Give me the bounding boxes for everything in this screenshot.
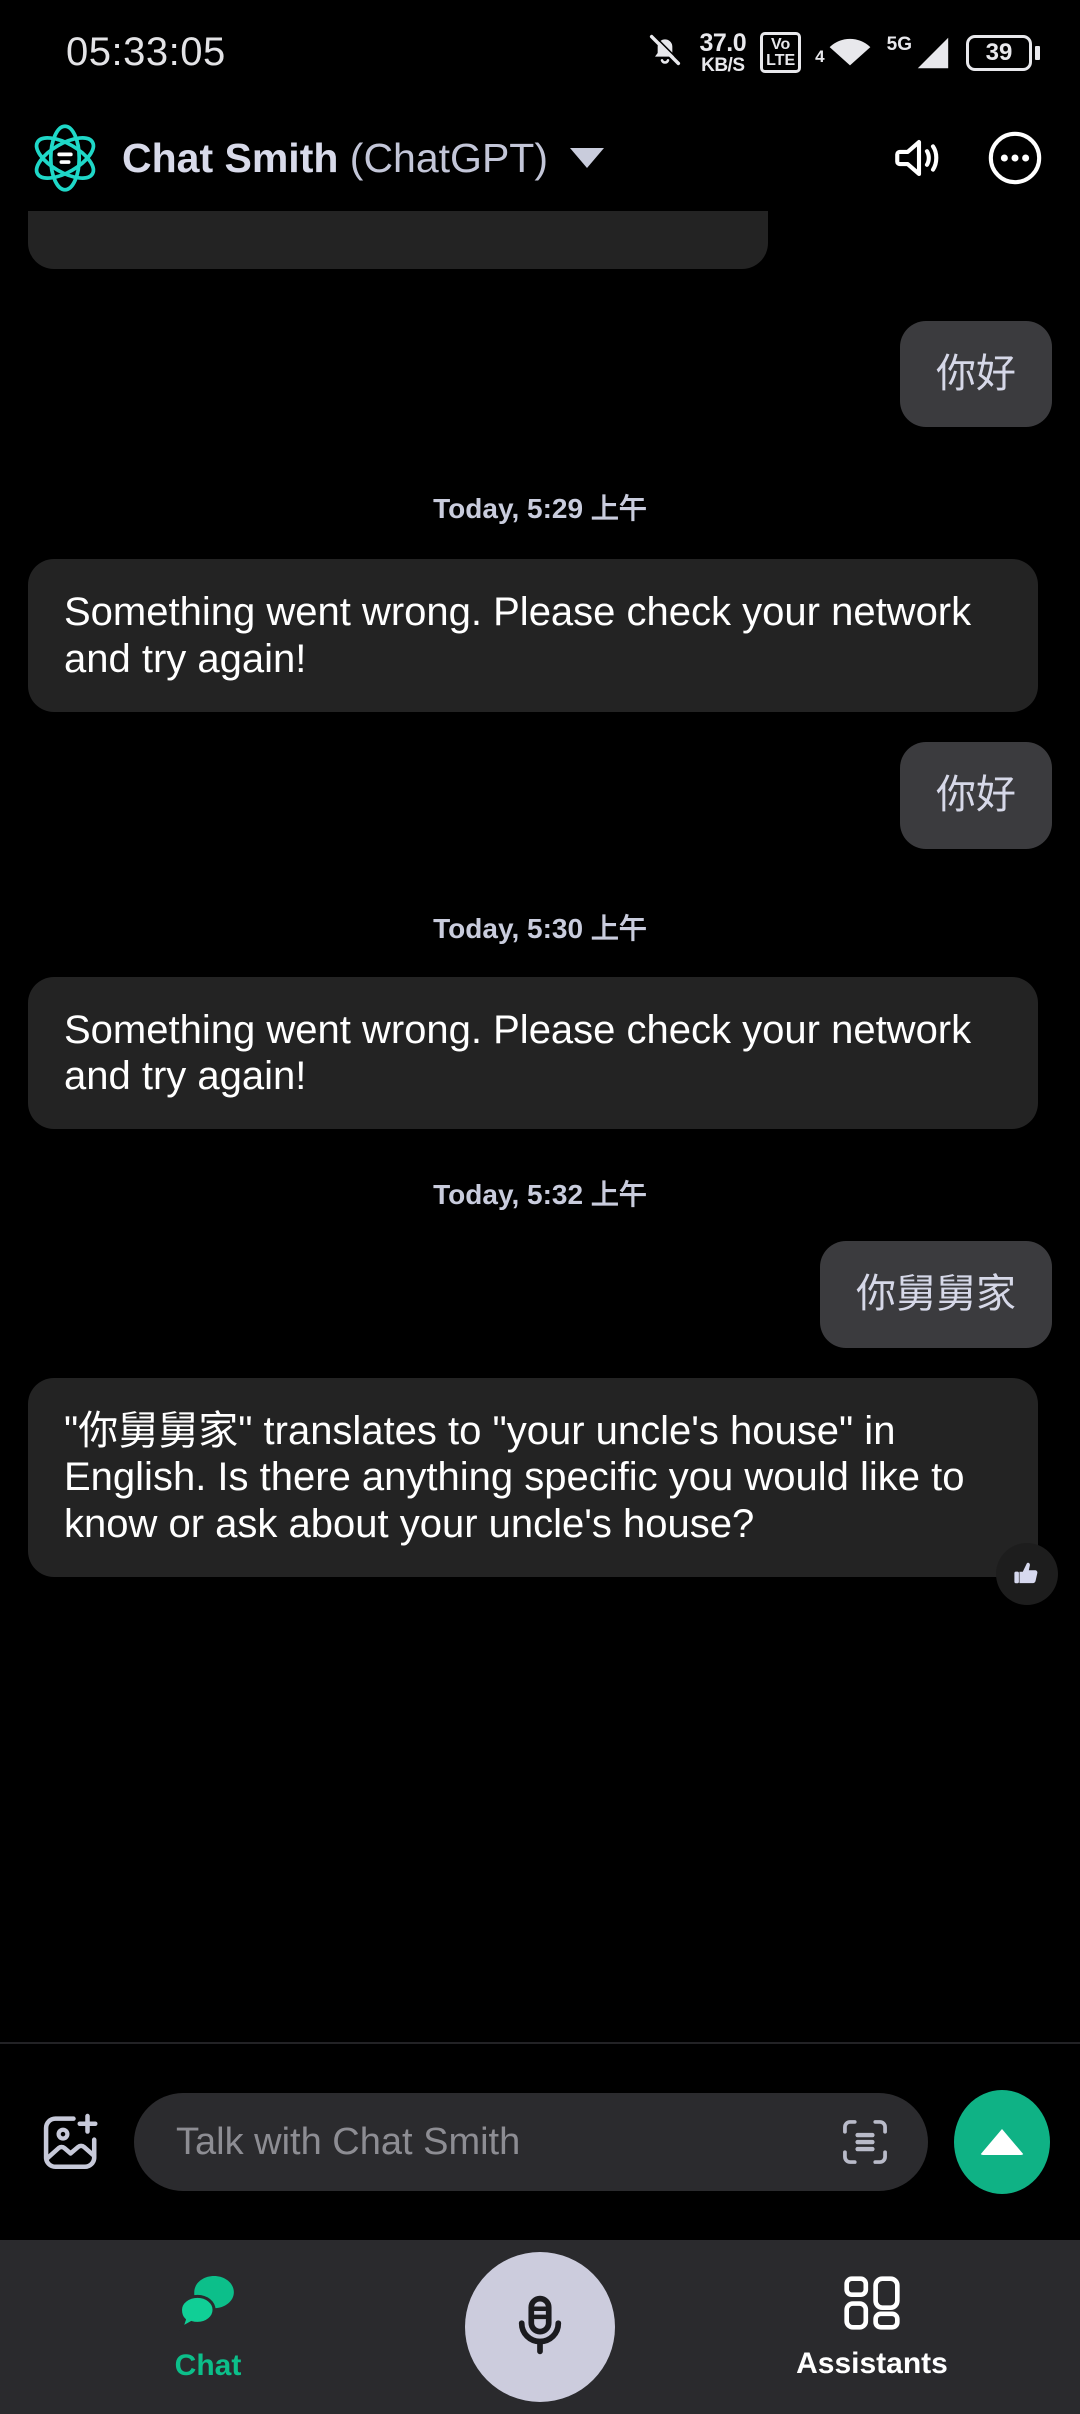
bell-muted-icon <box>645 30 685 75</box>
message-row: "你舅舅家" translates to "your uncle's house… <box>28 1377 1058 1605</box>
chat-title-group[interactable]: Chat Smith (ChatGPT) <box>122 135 888 182</box>
message-row <box>28 211 1052 269</box>
grid-apps-icon <box>841 2274 903 2337</box>
battery-nub <box>1035 45 1040 60</box>
message-row: 你好 <box>28 742 1052 849</box>
title-model: (ChatGPT) <box>338 134 548 181</box>
volte-bottom: LTE <box>766 51 796 69</box>
bot-message-clipped[interactable] <box>28 211 768 269</box>
phone-screen: 05:33:05 37.0 KB/S Vo LTE 4 5G 39 Chat S… <box>0 0 1080 2414</box>
more-options-icon[interactable] <box>984 127 1046 189</box>
status-clock: 05:33:05 <box>66 30 226 74</box>
user-message[interactable]: 你好 <box>900 742 1052 849</box>
chevron-down-icon[interactable] <box>570 148 604 168</box>
net-speed-unit: KB/S <box>701 54 745 76</box>
header-actions <box>888 127 1046 189</box>
signal-icon: 5G <box>887 34 952 72</box>
nav-label-chat: Chat <box>174 2348 242 2382</box>
chat-bubbles-icon <box>175 2272 241 2339</box>
timestamp: Today, 5:30 上午 <box>433 912 647 944</box>
user-message[interactable]: 你好 <box>900 321 1052 428</box>
bot-message[interactable]: Something went wrong. Please check your … <box>28 976 1038 1130</box>
message-row: Something went wrong. Please check your … <box>28 559 1052 713</box>
message-row: Something went wrong. Please check your … <box>28 976 1052 1130</box>
message-row: 你好 <box>28 321 1052 428</box>
volte-top: Vo <box>771 36 791 54</box>
bot-message[interactable]: "你舅舅家" translates to "your uncle's house… <box>28 1377 1038 1577</box>
scan-text-icon[interactable] <box>836 2113 894 2171</box>
add-image-icon[interactable] <box>34 2106 106 2178</box>
wifi-icon: 4 <box>815 36 872 70</box>
timestamp: Today, 5:29 上午 <box>433 493 647 525</box>
network-speed-indicator: 37.0 KB/S <box>699 28 747 76</box>
conversation-list[interactable]: 你好 Today, 5:29 上午 Something went wrong. … <box>0 211 1080 2042</box>
message-composer: Talk with Chat Smith <box>0 2044 1080 2240</box>
status-bar: 05:33:05 37.0 KB/S Vo LTE 4 5G 39 <box>0 0 1080 105</box>
speaker-icon[interactable] <box>888 127 950 189</box>
nav-item-chat[interactable]: Chat <box>108 2272 308 2383</box>
nav-label-assistants: Assistants <box>796 2346 948 2380</box>
message-input[interactable]: Talk with Chat Smith <box>134 2093 928 2191</box>
bot-message[interactable]: Something went wrong. Please check your … <box>28 559 1038 713</box>
voice-input-button[interactable] <box>465 2252 615 2402</box>
net-speed-value: 37.0 <box>699 28 747 57</box>
battery-level: 39 <box>966 34 1032 71</box>
bottom-navigation: Chat Assistants <box>0 2240 1080 2414</box>
message-row: 你舅舅家 <box>28 1241 1052 1348</box>
atom-logo-icon <box>30 123 100 193</box>
title-bold: Chat Smith <box>122 134 339 181</box>
timestamp: Today, 5:32 上午 <box>433 1179 647 1211</box>
nav-item-assistants[interactable]: Assistants <box>772 2274 972 2381</box>
status-icons: 37.0 KB/S Vo LTE 4 5G 39 <box>645 30 1040 75</box>
send-arrow-icon <box>980 2129 1024 2155</box>
battery-indicator: 39 <box>966 34 1040 71</box>
message-input-placeholder: Talk with Chat Smith <box>176 2120 521 2163</box>
wifi-badge: 4 <box>815 46 825 66</box>
app-header: Chat Smith (ChatGPT) <box>0 105 1080 211</box>
signal-label: 5G <box>886 33 912 55</box>
volte-icon: Vo LTE <box>760 32 802 73</box>
page-title: Chat Smith (ChatGPT) <box>122 135 548 182</box>
thumbs-up-icon[interactable] <box>996 1542 1058 1605</box>
user-message[interactable]: 你舅舅家 <box>820 1241 1052 1348</box>
send-button[interactable] <box>954 2090 1050 2194</box>
microphone-icon <box>504 2289 576 2366</box>
